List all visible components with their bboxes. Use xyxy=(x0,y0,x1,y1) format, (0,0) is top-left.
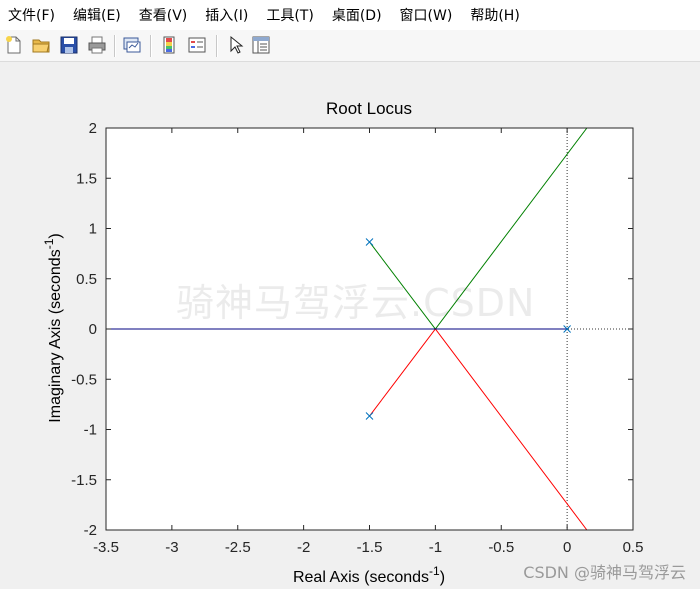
y-axis-label-text: Imaginary Axis (seconds xyxy=(47,249,64,422)
menu-view[interactable]: 查看(V) xyxy=(130,5,197,25)
menu-desktop[interactable]: 桌面(D) xyxy=(323,5,391,25)
y-axis-label: Imaginary Axis (seconds-1) xyxy=(42,233,64,422)
y-axis-label-exponent: -1 xyxy=(42,238,56,249)
figure-toolbar xyxy=(0,30,700,62)
edit-plot-arrow-icon[interactable] xyxy=(224,34,246,56)
insert-legend-icon[interactable] xyxy=(186,34,208,56)
link-plot-icon[interactable] xyxy=(121,34,143,56)
x-axis-label-close: ) xyxy=(440,569,445,586)
save-icon[interactable] xyxy=(58,34,80,56)
csdn-watermark: CSDN @骑神马驾浮云 xyxy=(523,563,686,582)
y-tick-label: 0 xyxy=(89,321,97,338)
x-axis-label-text: Real Axis (seconds xyxy=(293,569,429,586)
new-figure-icon[interactable] xyxy=(3,34,25,56)
x-axis-label-exponent: -1 xyxy=(429,564,440,578)
y-tick-label: -1.5 xyxy=(71,472,97,489)
toolbar-separator xyxy=(216,35,218,57)
menu-help[interactable]: 帮助(H) xyxy=(461,5,528,25)
x-tick-label: 0 xyxy=(563,539,571,556)
toolbar-separator xyxy=(150,35,152,57)
y-tick-label: -0.5 xyxy=(71,371,97,388)
insert-colorbar-icon[interactable] xyxy=(158,34,180,56)
open-file-icon[interactable] xyxy=(30,34,52,56)
print-icon[interactable] xyxy=(86,34,108,56)
x-axis-label: Real Axis (seconds-1) xyxy=(293,564,445,586)
y-tick-label: 1.5 xyxy=(76,170,97,187)
plot-area: -3.5 -3 -2.5 -2 -1.5 -1 -0.5 0 0.5 2 1.5 1 0.5 0 -0.5 -… xyxy=(71,120,643,556)
x-tick-label: -3 xyxy=(165,539,178,556)
y-tick-label: 1 xyxy=(89,221,97,238)
x-tick-label: -1.5 xyxy=(357,539,383,556)
menu-insert[interactable]: 插入(I) xyxy=(196,5,257,25)
y-axis-label-close: ) xyxy=(47,233,64,238)
x-tick-label: -2 xyxy=(297,539,310,556)
menu-tools[interactable]: 工具(T) xyxy=(257,5,322,25)
y-tick-label: -2 xyxy=(84,522,97,539)
chart-title: Root Locus xyxy=(326,99,412,118)
menu-file[interactable]: 文件(F) xyxy=(0,5,64,25)
y-tick-label: 0.5 xyxy=(76,271,97,288)
x-tick-label: 0.5 xyxy=(623,539,644,556)
watermark: 骑神马驾浮云.CSDN xyxy=(176,281,536,325)
x-tick-label: -1 xyxy=(429,539,442,556)
figure-canvas: Root Locus -3.5 -3 -2.5 -2 -1.5 -1 -0.5 0 0.5 2 1.… xyxy=(0,62,700,589)
x-tick-label: -0.5 xyxy=(488,539,514,556)
menu-window[interactable]: 窗口(W) xyxy=(391,5,462,25)
menu-bar: 文件(F) 编辑(E) 查看(V) 插入(I) 工具(T) 桌面(D) 窗口(W… xyxy=(0,0,700,30)
y-tick-label: -1 xyxy=(84,422,97,439)
y-tick-label: 2 xyxy=(89,120,97,137)
x-tick-label: -3.5 xyxy=(93,539,119,556)
menu-edit[interactable]: 编辑(E) xyxy=(64,5,130,25)
x-tick-label: -2.5 xyxy=(225,539,251,556)
property-inspector-icon[interactable] xyxy=(250,34,272,56)
toolbar-separator xyxy=(114,35,116,57)
